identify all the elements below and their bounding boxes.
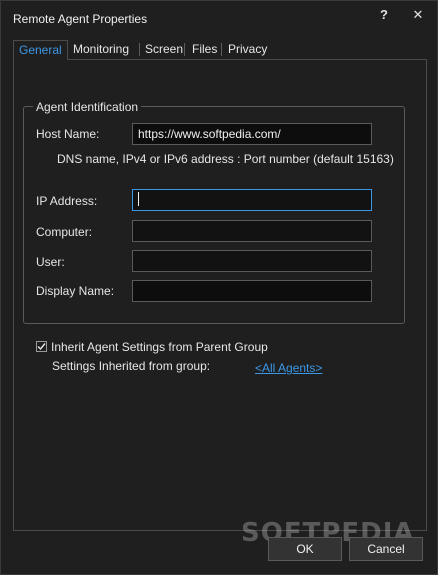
user-label: User:: [36, 255, 65, 269]
ip-address-input[interactable]: [132, 189, 372, 211]
help-button[interactable]: ?: [371, 4, 397, 26]
tab-separator: [184, 43, 185, 56]
all-agents-link[interactable]: <All Agents>: [255, 361, 322, 375]
cancel-button[interactable]: Cancel: [349, 537, 423, 561]
ip-address-label: IP Address:: [36, 194, 98, 208]
computer-label: Computer:: [36, 225, 93, 239]
inherited-from-label: Settings Inherited from group:: [52, 359, 211, 373]
host-name-hint: DNS name, IPv4 or IPv6 address : Port nu…: [57, 152, 394, 166]
group-label: Agent Identification: [33, 100, 142, 114]
tab-files[interactable]: Files: [187, 40, 222, 58]
tab-monitoring[interactable]: Monitoring: [68, 40, 134, 58]
host-name-input[interactable]: [132, 123, 372, 145]
host-name-label: Host Name:: [36, 127, 100, 141]
dialog-window: Remote Agent Properties ? ✕ General Moni…: [0, 0, 438, 575]
close-button[interactable]: ✕: [405, 4, 431, 26]
tab-general[interactable]: General: [13, 40, 68, 60]
inherit-settings-label[interactable]: Inherit Agent Settings from Parent Group: [51, 340, 268, 354]
computer-input[interactable]: [132, 220, 372, 242]
user-input[interactable]: [132, 250, 372, 272]
tab-screen[interactable]: Screen: [140, 40, 188, 58]
display-name-input[interactable]: [132, 280, 372, 302]
tab-separator: [221, 43, 222, 56]
title-bar: Remote Agent Properties ? ✕: [1, 1, 437, 35]
tab-privacy[interactable]: Privacy: [223, 40, 272, 58]
display-name-label: Display Name:: [36, 284, 115, 298]
checkmark-icon: [37, 343, 46, 351]
inherit-settings-checkbox[interactable]: [36, 341, 47, 352]
window-title: Remote Agent Properties: [13, 12, 148, 26]
text-caret: [138, 192, 139, 206]
ok-button[interactable]: OK: [268, 537, 342, 561]
